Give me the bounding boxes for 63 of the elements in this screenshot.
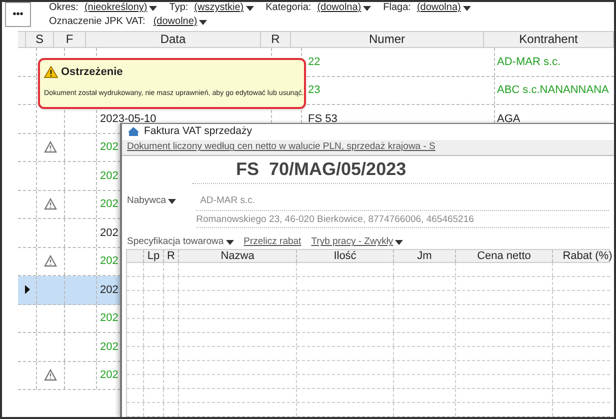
document-number: 70/MAG/05/2023: [269, 158, 406, 181]
column-header[interactable]: Jm: [394, 250, 456, 262]
filter-label: Oznaczenie JPK VAT:: [49, 16, 146, 28]
column-header[interactable]: Data: [86, 32, 261, 47]
date-text: 2023-05-10: [100, 112, 156, 126]
filter-dropdown[interactable]: (dowolna): [317, 2, 372, 14]
date-text: 202: [100, 197, 118, 212]
filter-dropdown[interactable]: (wszystkie): [194, 2, 254, 14]
column-header[interactable]: R: [164, 250, 179, 262]
row-pointer-icon: [24, 285, 30, 294]
filter-label: Flaga:: [383, 2, 411, 14]
filter-dropdown[interactable]: (dowolna): [416, 2, 471, 14]
date-text: 202: [100, 254, 118, 269]
date-text: 202: [100, 168, 118, 184]
column-header[interactable]: Lp: [144, 250, 164, 262]
caret-icon: [168, 198, 176, 204]
column-header[interactable]: Ilość: [297, 250, 394, 262]
caret-icon: [246, 6, 254, 10]
caret-icon: [149, 6, 158, 10]
action-link[interactable]: Specyfikacja towarowa: [127, 235, 234, 250]
caret-icon: [395, 240, 404, 245]
buyer-name-field[interactable]: AD-MAR s.c.: [196, 194, 609, 211]
caret-icon: [462, 6, 471, 10]
warning-icon: [44, 255, 57, 268]
app-icon: [128, 127, 139, 136]
warning-icon: [44, 198, 57, 210]
date-text: 202: [100, 140, 118, 155]
warning-icon: [44, 369, 57, 382]
document-type: FS: [236, 158, 260, 181]
contractor-text: AD-MAR s.c.: [497, 54, 561, 70]
caret-icon: [199, 20, 208, 24]
date-text: 202: [100, 311, 118, 326]
column-header[interactable]: Cena netto: [456, 250, 553, 262]
number-text: 22: [308, 54, 320, 70]
column-header[interactable]: Numer: [291, 32, 484, 47]
column-header[interactable]: F: [54, 32, 86, 47]
contractor-text: ABC s.c.NANANNANA: [497, 83, 609, 98]
caret-icon: [363, 6, 372, 10]
column-header[interactable]: R: [261, 32, 291, 47]
buyer-address-field[interactable]: Romanowskiego 23, 46-020 Bierkowice, 8774766006, 465465216: [196, 211, 609, 228]
date-text: 202: [100, 340, 118, 354]
number-text: FS 53: [308, 112, 338, 126]
column-header[interactable]: Nazwa: [179, 250, 297, 262]
number-text: 23: [308, 83, 320, 98]
caret-icon: [226, 240, 234, 245]
column-header[interactable]: S: [26, 32, 54, 47]
column-header[interactable]: Kontrahent: [484, 32, 614, 47]
action-link[interactable]: Przelicz rabat: [244, 235, 302, 250]
more-button[interactable]: •••: [5, 2, 31, 27]
buyer-dropdown[interactable]: Nabywca: [127, 194, 176, 208]
column-header[interactable]: Rabat (%): [553, 250, 614, 262]
filter-label: Typ:: [169, 2, 188, 14]
filter-dropdown[interactable]: (dowolne): [153, 16, 208, 28]
date-text: 202: [100, 226, 118, 240]
filter-label: Okres:: [49, 2, 78, 14]
date-text: 202: [100, 282, 118, 298]
filter-dropdown[interactable]: (nieokreślony): [84, 2, 158, 14]
filter-label: Kategoria:: [266, 2, 312, 14]
contractor-text: AGA: [497, 112, 520, 126]
date-text: 202: [100, 368, 118, 383]
action-link[interactable]: Tryb pracy - Zwykły: [311, 235, 404, 250]
warning-icon: [44, 66, 58, 78]
warning-icon: [44, 141, 57, 154]
